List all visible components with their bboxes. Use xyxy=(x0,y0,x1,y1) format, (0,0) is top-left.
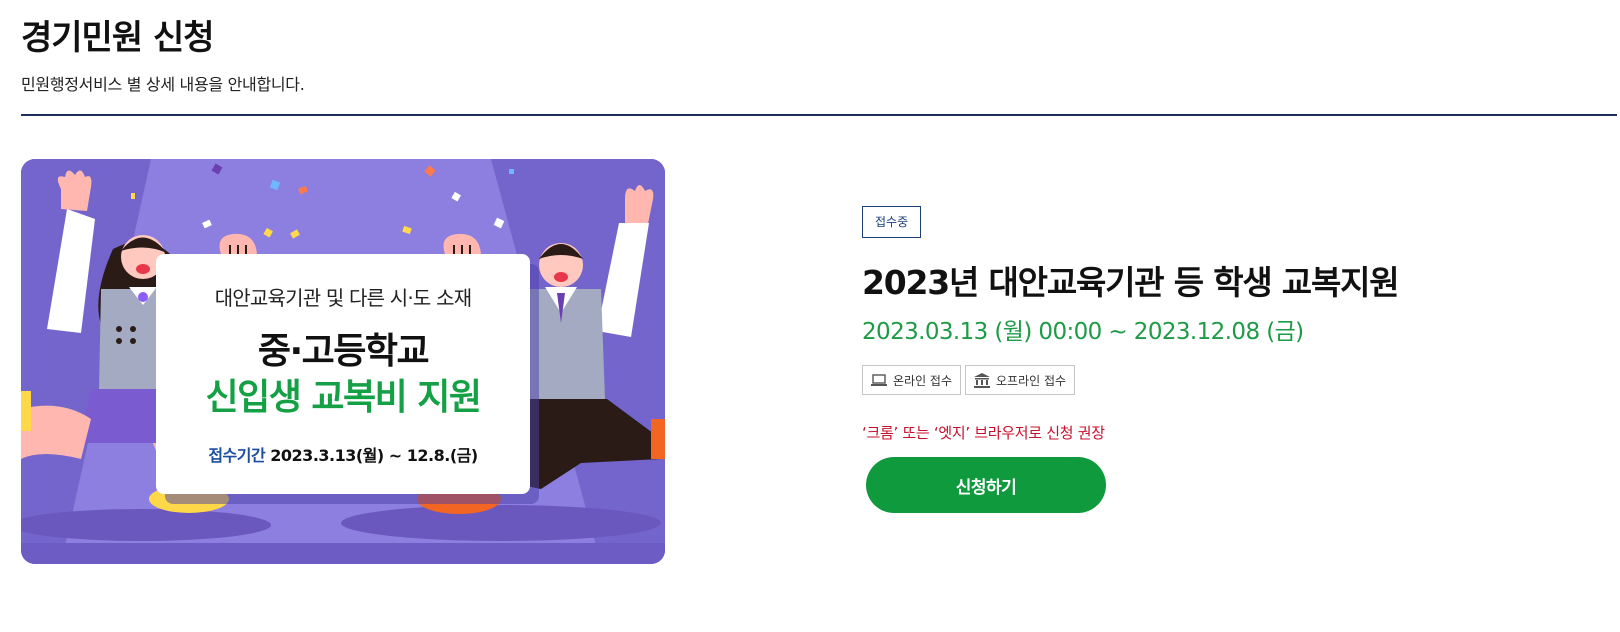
banner-line-3: 신입생 교복비 지원 xyxy=(205,377,482,418)
building-icon xyxy=(974,372,991,388)
apply-button[interactable]: 신청하기 xyxy=(866,457,1106,513)
banner-period-value: 2023.3.13(월) ~ 12.8.(금) xyxy=(270,446,478,465)
method-offline-label: 오프라인 접수 xyxy=(996,373,1067,388)
laptop-icon xyxy=(871,373,887,387)
status-badge: 접수중 xyxy=(862,206,922,238)
method-online-label: 온라인 접수 xyxy=(893,373,953,388)
application-period: 2023.03.13 (월) 00:00 ~ 2023.12.08 (금) xyxy=(862,319,1304,345)
method-offline: 오프라인 접수 xyxy=(965,365,1076,395)
page-description: 민원행정서비스 별 상세 내용을 안내합니다. xyxy=(21,75,305,94)
banner-period: 접수기간 2023.3.13(월) ~ 12.8.(금) xyxy=(156,442,530,466)
method-online: 온라인 접수 xyxy=(862,365,962,395)
banner-text: 대안교육기관 및 다른 시·도 소재 중·고등학교 신입생 교복비 지원 접수기… xyxy=(156,254,530,494)
page-title: 경기민원 신청 xyxy=(21,18,215,58)
service-title: 2023년 대안교육기관 등 학생 교복지원 xyxy=(862,263,1400,302)
application-methods: 온라인 접수 오프라인 접수 xyxy=(862,365,1076,395)
browser-notice: ‘크롬’ 또는 ‘엣지’ 브라우저로 신청 권장 xyxy=(862,424,1105,442)
banner-line-1: 대안교육기관 및 다른 시·도 소재 xyxy=(214,286,472,310)
banner-line-2: 중·고등학교 xyxy=(257,331,430,372)
banner-period-label: 접수기간 xyxy=(208,446,266,465)
service-banner-image: 대안교육기관 및 다른 시·도 소재 중·고등학교 신입생 교복비 지원 접수기… xyxy=(21,159,665,564)
header-divider xyxy=(21,114,1617,116)
